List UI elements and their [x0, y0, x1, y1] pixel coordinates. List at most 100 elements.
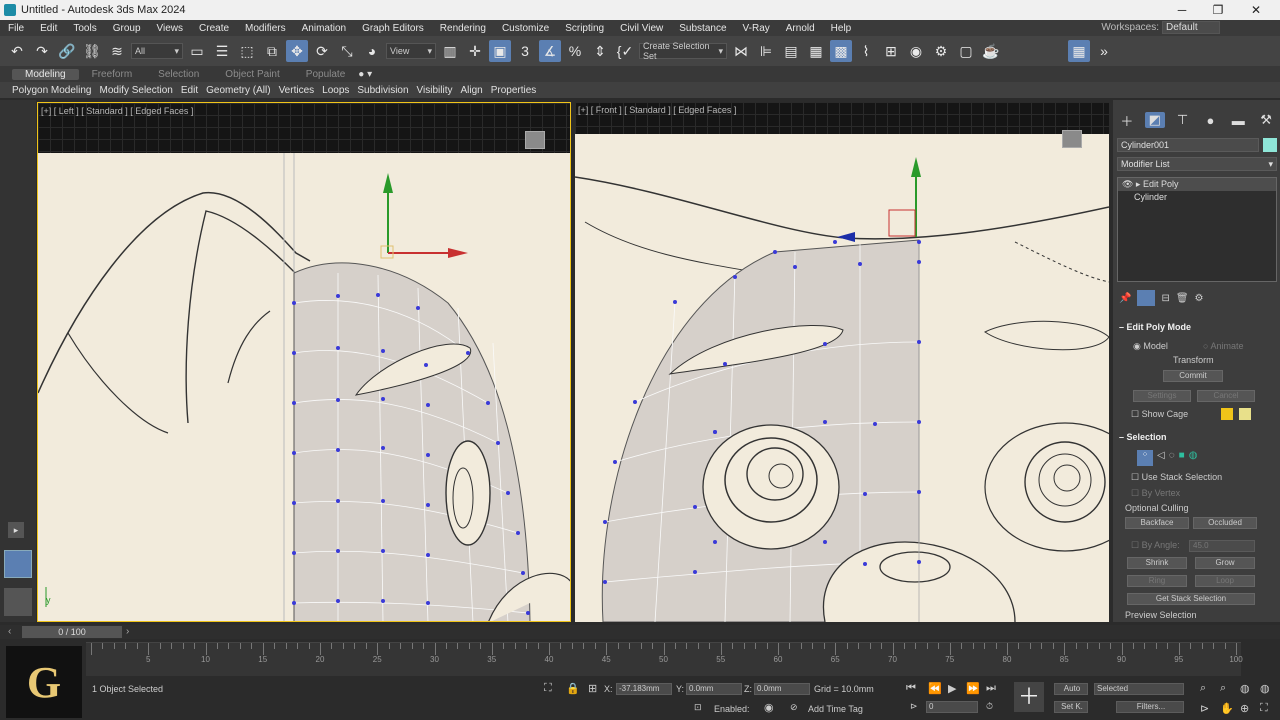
viewport-layout-icon[interactable]: ▦: [1068, 40, 1090, 62]
configure-sets-icon[interactable]: ⚙: [1195, 293, 1204, 304]
goto-start-icon[interactable]: ⏮: [906, 682, 916, 695]
tab-object-paint[interactable]: Object Paint: [212, 69, 292, 80]
hierarchy-tab-icon[interactable]: ⊤: [1173, 112, 1193, 128]
zoom-extents-all-icon[interactable]: ◍: [1260, 682, 1270, 695]
section-loops[interactable]: Loops: [318, 85, 353, 96]
viewport-front-label[interactable]: [+] [ Front ] [ Standard ] [ Edged Faces…: [578, 105, 736, 115]
next-key-icon[interactable]: ⏩: [966, 682, 980, 695]
key-filters-button[interactable]: Filters...: [1116, 701, 1184, 713]
menu-civil-view[interactable]: Civil View: [612, 23, 671, 34]
menu-scripting[interactable]: Scripting: [557, 23, 612, 34]
section-visibility[interactable]: Visibility: [413, 85, 457, 96]
rectangle-selection-icon[interactable]: ⬚: [236, 40, 258, 62]
border-level-icon[interactable]: ◌: [1169, 450, 1175, 466]
model-radio[interactable]: ◉ Model: [1133, 341, 1168, 352]
time-tag-icon[interactable]: ⊘: [790, 702, 798, 713]
stack-item-edit-poly[interactable]: 👁 ▸ Edit Poly: [1118, 178, 1276, 191]
viewcube-icon[interactable]: [1062, 130, 1082, 148]
link-icon[interactable]: 🔗: [56, 40, 78, 62]
section-geometry-all[interactable]: Geometry (All): [202, 85, 274, 96]
menu-edit[interactable]: Edit: [32, 23, 65, 34]
current-frame-field[interactable]: 0: [926, 701, 978, 713]
viewport-left[interactable]: [+] [ Left ] [ Standard ] [ Edged Faces …: [37, 102, 571, 622]
remove-modifier-icon[interactable]: 🗑: [1176, 293, 1189, 304]
grow-button[interactable]: Grow: [1195, 557, 1255, 569]
close-button[interactable]: ✕: [1238, 0, 1274, 20]
add-time-tag-button[interactable]: Add Time Tag: [808, 704, 863, 714]
scale-icon[interactable]: ⤡: [336, 40, 358, 62]
tab-populate[interactable]: Populate: [293, 69, 358, 80]
section-align[interactable]: Align: [456, 85, 486, 96]
section-edit[interactable]: Edit: [177, 85, 202, 96]
workspace-dropdown[interactable]: Default: [1162, 21, 1220, 34]
section-vertices[interactable]: Vertices: [275, 85, 319, 96]
auto-key-button[interactable]: Auto: [1054, 683, 1088, 695]
object-name-field[interactable]: Cylinder001: [1117, 138, 1259, 152]
move-icon[interactable]: ✥: [286, 40, 308, 62]
rendered-frame-icon[interactable]: ▢: [955, 40, 977, 62]
zoom-all-icon[interactable]: ⌕: [1220, 682, 1226, 695]
occluded-button[interactable]: Occluded: [1193, 517, 1257, 529]
display-tab-icon[interactable]: ▬: [1228, 113, 1248, 128]
use-stack-selection-checkbox[interactable]: ☐ Use Stack Selection: [1131, 472, 1222, 483]
cage-color-swatch-2[interactable]: [1239, 408, 1251, 420]
key-mode-icon[interactable]: ⊳: [910, 701, 918, 712]
enabled-toggle-icon[interactable]: ◉: [764, 701, 774, 714]
selected-dropdown[interactable]: Selected: [1094, 683, 1184, 695]
time-config-icon[interactable]: ⏱: [986, 701, 993, 712]
menu-modifiers[interactable]: Modifiers: [237, 23, 294, 34]
next-frame-icon[interactable]: ›: [126, 626, 129, 637]
by-angle-checkbox[interactable]: ☐ By Angle:: [1131, 540, 1180, 551]
pin-stack-icon[interactable]: 📌: [1119, 293, 1131, 304]
motion-tab-icon[interactable]: ●: [1200, 113, 1220, 128]
menu-tools[interactable]: Tools: [65, 23, 104, 34]
shrink-button[interactable]: Shrink: [1127, 557, 1187, 569]
utilities-tab-icon[interactable]: ⚒: [1256, 112, 1276, 128]
selection-filter-dropdown[interactable]: All ▾: [131, 43, 183, 59]
make-unique-icon[interactable]: ⊟: [1161, 293, 1169, 304]
absolute-mode-icon[interactable]: ⊞: [588, 682, 597, 695]
play-arrow-icon[interactable]: ▸: [8, 522, 24, 538]
timeline-ruler[interactable]: 5 10 15 20 25 30 35 40 45 50 55 60 65 70 75 80 85 90 95 100: [86, 642, 1243, 676]
scene-explorer-icon[interactable]: ▤: [780, 40, 802, 62]
viewport-front[interactable]: [+] [ Front ] [ Standard ] [ Edged Faces…: [575, 102, 1109, 622]
lock-selection-icon[interactable]: 🔒: [566, 682, 580, 695]
mirror-icon[interactable]: ⋈: [730, 40, 752, 62]
menu-graph-editors[interactable]: Graph Editors: [354, 23, 432, 34]
section-properties[interactable]: Properties: [487, 85, 541, 96]
tab-freeform[interactable]: Freeform: [79, 69, 146, 80]
angle-spinner[interactable]: 45.0: [1189, 540, 1255, 552]
layer-explorer-icon[interactable]: ▦: [805, 40, 827, 62]
menu-animation[interactable]: Animation: [294, 23, 354, 34]
polygon-level-icon[interactable]: ■: [1179, 450, 1185, 466]
get-stack-selection-button[interactable]: Get Stack Selection: [1127, 593, 1255, 605]
menu-group[interactable]: Group: [105, 23, 149, 34]
maximize-viewport-icon[interactable]: ⛶: [1260, 702, 1268, 715]
time-slider[interactable]: 0 / 100: [22, 626, 122, 638]
set-key-big-icon[interactable]: ＋: [1014, 682, 1044, 712]
pivot-center-icon[interactable]: ▥: [439, 40, 461, 62]
render-production-icon[interactable]: ☕: [980, 40, 1002, 62]
workspace-selector[interactable]: Workspaces: Default: [1101, 21, 1220, 34]
menu-customize[interactable]: Customize: [494, 23, 557, 34]
viewcube-icon[interactable]: [525, 131, 545, 149]
backface-button[interactable]: Backface: [1125, 517, 1189, 529]
pan-icon[interactable]: ✋: [1220, 702, 1234, 715]
section-subdivision[interactable]: Subdivision: [353, 85, 412, 96]
show-end-result-icon[interactable]: [1137, 290, 1156, 306]
show-cage-checkbox[interactable]: ☐ Show Cage: [1131, 409, 1188, 420]
isolate-selection-icon[interactable]: ⛶: [544, 682, 552, 695]
prev-frame-icon[interactable]: ‹: [8, 626, 11, 637]
zoom-icon[interactable]: ⌕: [1200, 682, 1206, 695]
minimize-button[interactable]: ─: [1164, 0, 1200, 20]
menu-vray[interactable]: V-Ray: [735, 23, 778, 34]
field-of-view-icon[interactable]: ⊳: [1200, 702, 1209, 715]
ribbon-options-icon[interactable]: ● ▾: [358, 69, 372, 80]
x-coordinate-field[interactable]: -37.183mm: [616, 683, 672, 695]
unlink-icon[interactable]: ⛓: [81, 40, 103, 62]
object-color-swatch[interactable]: [1263, 138, 1277, 152]
ring-button[interactable]: Ring: [1127, 575, 1187, 587]
tab-modeling[interactable]: Modeling: [12, 68, 79, 80]
menu-views[interactable]: Views: [149, 23, 192, 34]
render-setup-icon[interactable]: ⚙: [930, 40, 952, 62]
